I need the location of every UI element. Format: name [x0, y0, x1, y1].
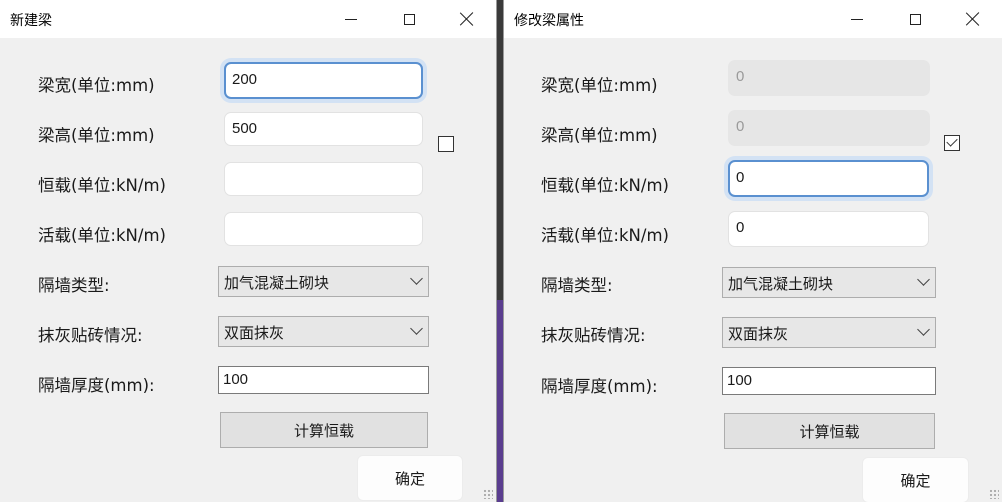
- beam-width-input[interactable]: 0: [728, 60, 930, 96]
- ok-button[interactable]: 确定: [862, 457, 969, 502]
- wall-type-select[interactable]: 加气混凝土砌块: [722, 267, 936, 298]
- live-load-label: 活载(单位:kN/m): [38, 226, 166, 245]
- maximize-button[interactable]: [380, 0, 438, 38]
- chevron-down-icon: [917, 323, 930, 336]
- chevron-down-icon: [410, 272, 423, 285]
- chevron-down-icon: [917, 273, 930, 286]
- plaster-select[interactable]: 双面抹灰: [218, 316, 429, 347]
- edit-beam-dialog: 修改梁属性 梁宽(单位:mm) 0 梁高(单位:mm) 0 恒载(单位:kN/m…: [504, 0, 1002, 502]
- plaster-value: 双面抹灰: [224, 324, 285, 342]
- wall-type-value: 加气混凝土砌块: [728, 275, 834, 293]
- minimize-icon: [851, 18, 863, 20]
- wall-thickness-label: 隔墙厚度(mm):: [541, 377, 658, 396]
- live-load-input[interactable]: 0: [728, 211, 929, 247]
- minimize-button[interactable]: [828, 0, 886, 38]
- dead-load-label: 恒载(单位:kN/m): [38, 176, 166, 195]
- title-bar: 新建梁: [0, 0, 496, 38]
- close-icon: [460, 12, 474, 26]
- beam-width-label: 梁宽(单位:mm): [541, 76, 658, 95]
- new-beam-dialog: 新建梁 梁宽(单位:mm) 200 梁高(单位:mm) 500 恒载(单位:kN…: [0, 0, 496, 502]
- beam-width-input[interactable]: 200: [224, 62, 423, 99]
- resize-grip[interactable]: [483, 489, 493, 499]
- option-checkbox[interactable]: [944, 135, 960, 151]
- maximize-button[interactable]: [886, 0, 944, 38]
- wall-type-value: 加气混凝土砌块: [224, 274, 330, 292]
- option-checkbox[interactable]: [438, 136, 454, 152]
- resize-grip[interactable]: [989, 489, 999, 499]
- dead-load-label: 恒载(单位:kN/m): [541, 176, 669, 195]
- beam-height-input[interactable]: 0: [728, 110, 930, 146]
- maximize-icon: [403, 13, 415, 25]
- checkmark-icon: [946, 135, 958, 147]
- beam-width-label: 梁宽(单位:mm): [38, 76, 155, 95]
- calc-dead-load-button[interactable]: 计算恒载: [724, 413, 935, 449]
- plaster-label: 抹灰贴砖情况:: [38, 326, 143, 345]
- close-button[interactable]: [438, 0, 496, 38]
- title-bar: 修改梁属性: [504, 0, 1002, 38]
- window-title: 新建梁: [10, 13, 52, 29]
- beam-height-label: 梁高(单位:mm): [541, 126, 658, 145]
- plaster-select[interactable]: 双面抹灰: [722, 317, 936, 348]
- dead-load-input[interactable]: 0: [728, 160, 929, 197]
- beam-height-label: 梁高(单位:mm): [38, 126, 155, 145]
- plaster-label: 抹灰贴砖情况:: [541, 326, 646, 345]
- dead-load-input[interactable]: [224, 162, 423, 196]
- plaster-value: 双面抹灰: [728, 325, 789, 343]
- ok-button[interactable]: 确定: [357, 455, 463, 501]
- live-load-input[interactable]: [224, 212, 423, 246]
- maximize-icon: [909, 13, 921, 25]
- beam-height-input[interactable]: 500: [224, 112, 423, 146]
- live-load-label: 活载(单位:kN/m): [541, 226, 669, 245]
- wall-type-label: 隔墙类型:: [541, 276, 613, 295]
- wall-thickness-label: 隔墙厚度(mm):: [38, 376, 155, 395]
- close-icon: [966, 12, 980, 26]
- minimize-icon: [345, 18, 357, 20]
- wall-thickness-input[interactable]: 100: [722, 367, 936, 395]
- close-button[interactable]: [944, 0, 1002, 38]
- calc-dead-load-button[interactable]: 计算恒载: [220, 412, 428, 448]
- chevron-down-icon: [410, 322, 423, 335]
- window-title: 修改梁属性: [514, 13, 584, 29]
- wall-type-select[interactable]: 加气混凝土砌块: [218, 266, 429, 297]
- wall-type-label: 隔墙类型:: [38, 276, 110, 295]
- minimize-button[interactable]: [322, 0, 380, 38]
- wall-thickness-input[interactable]: 100: [218, 366, 429, 394]
